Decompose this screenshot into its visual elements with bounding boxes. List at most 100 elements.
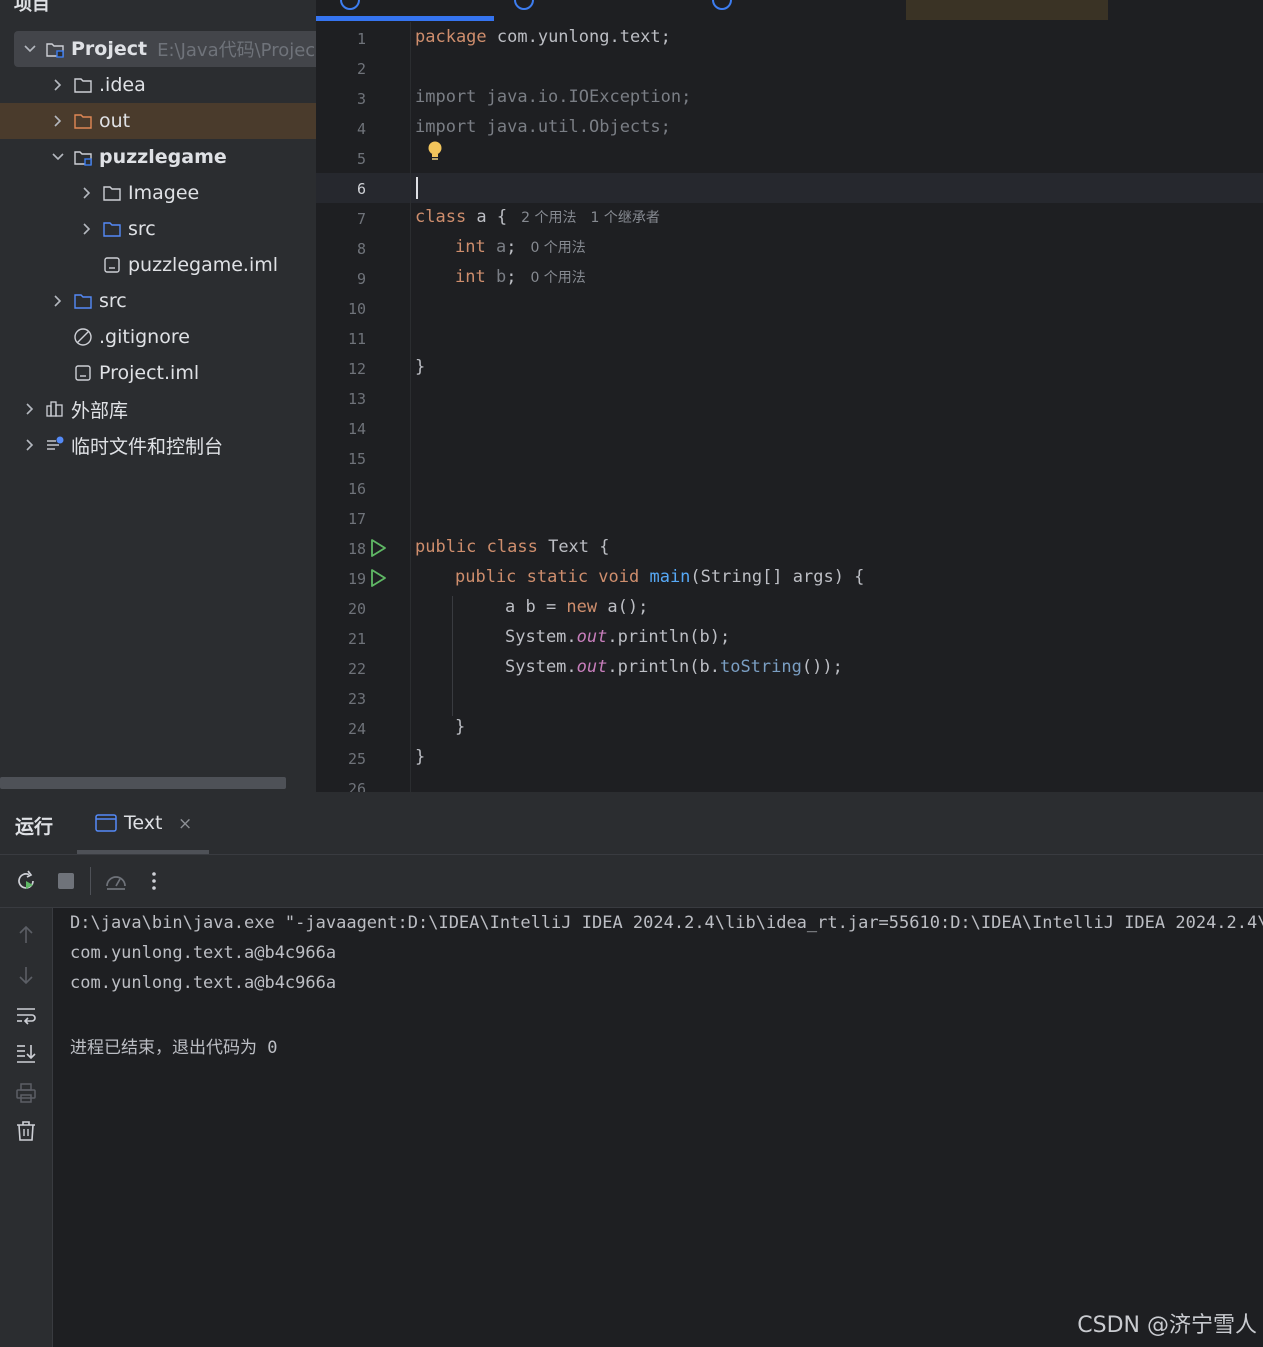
tree-item-project-iml[interactable]: Project.iml [0, 355, 316, 391]
active-tab-indicator [316, 16, 494, 21]
tree-item-idea[interactable]: .idea [0, 67, 316, 103]
stop-button[interactable] [53, 868, 79, 894]
tree-item-project-root[interactable]: Project E:\Java代码\Projec [14, 31, 316, 67]
editor-tab-strip [316, 0, 1263, 22]
tree-item-puzzlegame[interactable]: puzzlegame [0, 139, 316, 175]
console-icon [95, 814, 117, 832]
chevron-right-icon[interactable] [79, 221, 95, 237]
tree-item-puzzlegame-src[interactable]: src [0, 211, 316, 247]
line-number: 20 [347, 600, 366, 618]
line-number: 12 [347, 360, 366, 378]
line-number: 22 [347, 660, 366, 678]
soft-wrap-button[interactable] [13, 1002, 39, 1028]
usages-hint[interactable]: 2 个用法 [521, 210, 576, 226]
tree-item-label: puzzlegame [99, 146, 227, 168]
gutter-separator [410, 22, 411, 792]
tree-item-imagee[interactable]: Imagee [0, 175, 316, 211]
tree-item-gitignore[interactable]: .gitignore [0, 319, 316, 355]
tree-item-scratches[interactable]: 临时文件和控制台 [0, 427, 316, 463]
chevron-right-icon[interactable] [79, 185, 95, 201]
chevron-right-icon[interactable] [50, 77, 66, 93]
clear-all-button[interactable] [13, 1118, 39, 1144]
sidebar-horizontal-scrollbar[interactable] [0, 777, 286, 789]
print-icon [16, 1083, 36, 1103]
more-vertical-icon [152, 872, 156, 890]
code-line-20: a b = new a(); [505, 597, 649, 617]
tree-item-out[interactable]: out [0, 103, 316, 139]
chevron-right-icon[interactable] [22, 401, 38, 417]
editor-tab-2[interactable] [494, 0, 694, 22]
scroll-down-button[interactable] [13, 962, 39, 988]
line-number: 7 [356, 210, 366, 228]
rerun-button[interactable] [13, 868, 39, 894]
code-line-4: import java.util.Objects; [415, 117, 671, 137]
line-number: 2 [356, 60, 366, 78]
toolbar-separator [90, 867, 91, 895]
code-line-18: public class Text { [415, 537, 610, 557]
chevron-right-icon[interactable] [22, 437, 38, 453]
tree-item-label: src [128, 218, 156, 240]
profiler-button[interactable] [103, 868, 129, 894]
scroll-up-button[interactable] [13, 922, 39, 948]
line-number: 5 [356, 150, 366, 168]
line-number: 11 [347, 330, 366, 348]
lightbulb-icon[interactable] [426, 140, 444, 164]
chevron-down-icon[interactable] [22, 41, 38, 57]
more-options-button[interactable] [141, 868, 167, 894]
tree-item-label: puzzlegame.iml [128, 254, 279, 276]
line-number: 13 [347, 390, 366, 408]
stop-icon [58, 873, 74, 889]
module-folder-icon [44, 38, 66, 60]
line-number: 24 [347, 720, 366, 738]
run-tab-label: Text [124, 812, 163, 834]
print-button[interactable] [13, 1080, 39, 1106]
usages-hint[interactable]: 0 个用法 [530, 240, 585, 256]
tree-item-label: 外部库 [71, 399, 129, 422]
java-class-icon [340, 0, 360, 10]
run-tab-text[interactable]: Text × [77, 792, 209, 854]
code-line-8: int a; 0 个用法 [455, 237, 586, 257]
indent-guide [452, 596, 453, 716]
speedometer-icon [106, 876, 126, 890]
code-line-9: int b; 0 个用法 [455, 267, 586, 287]
console-line: com.yunlong.text.a@b4c966a [70, 973, 337, 993]
line-number: 21 [347, 630, 366, 648]
active-tab-indicator [77, 850, 209, 854]
console-output[interactable]: D:\java\bin\java.exe "-javaagent:D:\IDEA… [70, 908, 1263, 1347]
current-line-highlight [316, 173, 1263, 203]
tree-item-external-libraries[interactable]: 外部库 [0, 391, 316, 427]
editor-tab-4[interactable] [906, 0, 1108, 20]
line-number: 15 [347, 450, 366, 468]
line-number: 1 [356, 30, 366, 48]
soft-wrap-icon [17, 1008, 36, 1025]
console-line: com.yunlong.text.a@b4c966a [70, 943, 337, 963]
chevron-down-icon[interactable] [50, 149, 66, 165]
run-tool-window-title: 运行 [15, 816, 54, 838]
line-number: 25 [347, 750, 366, 768]
tree-item-puzzlegame-iml[interactable]: puzzlegame.iml [0, 247, 316, 283]
scroll-to-end-button[interactable] [13, 1040, 39, 1066]
java-class-icon [514, 0, 534, 10]
tree-item-label: src [99, 290, 127, 312]
run-side-toolbar [0, 908, 53, 1347]
editor-tab-3[interactable] [694, 0, 906, 22]
run-gutter-icon[interactable] [368, 568, 388, 588]
line-number: 16 [347, 480, 366, 498]
arrow-down-icon [19, 967, 33, 985]
project-panel: 项目 Project E:\Java代码\Projec .idea out pu… [0, 0, 316, 792]
arrow-up-icon [19, 925, 33, 943]
text-caret [416, 177, 418, 199]
chevron-right-icon[interactable] [50, 113, 66, 129]
line-number: 19 [347, 570, 366, 588]
run-gutter-icon[interactable] [368, 538, 388, 558]
line-number: 23 [347, 690, 366, 708]
excluded-folder-icon [72, 110, 94, 132]
tree-item-src[interactable]: src [0, 283, 316, 319]
inheritors-hint[interactable]: 1 个继承者 [591, 210, 660, 226]
code-line-22: System.out.println(b.toString()); [505, 657, 843, 677]
code-editor[interactable]: 1 2 3 4 5 6 7 8 9 10 11 12 13 14 15 16 1… [316, 0, 1263, 792]
usages-hint[interactable]: 0 个用法 [530, 270, 585, 286]
close-icon[interactable]: × [178, 814, 192, 834]
chevron-right-icon[interactable] [50, 293, 66, 309]
tree-item-label: Project.iml [99, 362, 200, 384]
